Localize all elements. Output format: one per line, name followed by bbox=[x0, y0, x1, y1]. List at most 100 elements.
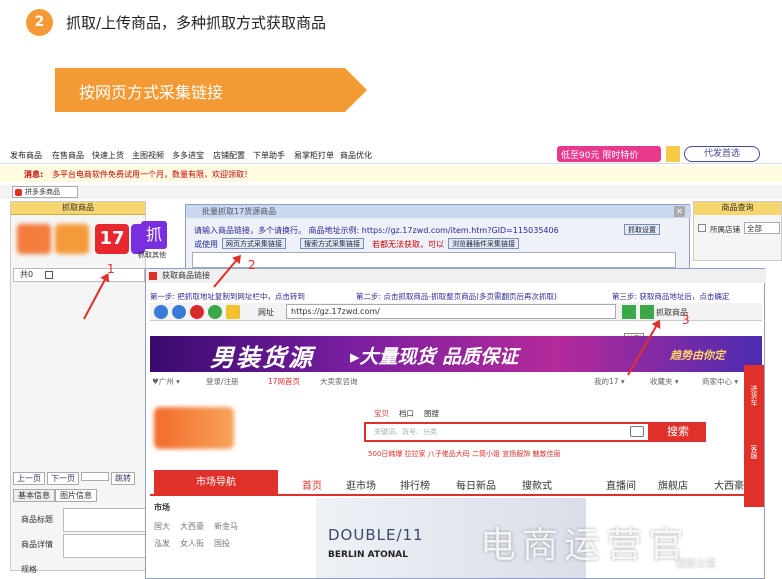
forward-icon[interactable] bbox=[172, 305, 186, 319]
message-text[interactable]: 多平台电商软件免费试用一个月，数量有限，欢迎领取！ bbox=[52, 169, 252, 180]
nav-ranking[interactable]: 排行榜 bbox=[400, 477, 430, 492]
watermark: 电商运营官 bbox=[480, 525, 691, 566]
tab-image-info[interactable]: 图片信息 bbox=[55, 489, 97, 502]
step-two-text: 第二步: 点击抓取商品-抓取整页商品(多页需翻页后再次抓取) bbox=[356, 292, 557, 301]
blurred-logo-2[interactable] bbox=[55, 224, 89, 254]
menu-optimize[interactable]: 商品优化 bbox=[340, 150, 372, 161]
field-label-detail: 商品详情 bbox=[21, 540, 53, 549]
prev-page-button[interactable]: 上一页 bbox=[13, 472, 45, 485]
cart-link[interactable]: 进货车 bbox=[749, 385, 759, 406]
grid-count: 共0 bbox=[20, 270, 34, 279]
back-icon[interactable] bbox=[154, 305, 168, 319]
favorites-link[interactable]: 收藏夹 ▾ bbox=[650, 376, 679, 387]
promo-badge[interactable]: 低至90元 限时特价 bbox=[557, 146, 661, 162]
title-input[interactable] bbox=[63, 508, 147, 532]
refresh-icon[interactable] bbox=[208, 305, 222, 319]
promo-subtitle: BERLIN ATONAL bbox=[328, 550, 408, 560]
annotation-number-3: 3 bbox=[682, 313, 690, 327]
banner-label: 按网页方式采集链接 bbox=[79, 83, 224, 102]
market-link[interactable]: 国投 bbox=[214, 539, 230, 548]
menu-publish[interactable]: 发布商品 bbox=[10, 150, 42, 161]
market-link[interactable]: 国大 bbox=[154, 522, 170, 531]
plugin-collect-button[interactable]: 浏览器插件采集链接 bbox=[448, 238, 519, 249]
detail-input[interactable] bbox=[63, 534, 147, 558]
site-logo[interactable] bbox=[154, 407, 234, 449]
market-title: 市场 bbox=[154, 503, 170, 512]
nav-new[interactable]: 每日新品 bbox=[456, 477, 496, 492]
link-dialog-title: 获取商品链接 bbox=[146, 269, 766, 283]
hot-words[interactable]: 500日韩爆 拉拉家 八子佬品大码 二筒小姐 宣扬服饰 魅敦佳丽 bbox=[368, 449, 561, 459]
grid-header: 共0 bbox=[13, 268, 145, 282]
menu-print[interactable]: 易掌柜打单 bbox=[294, 150, 334, 161]
menu-order-helper[interactable]: 下单助手 bbox=[253, 150, 285, 161]
menu-main-video[interactable]: 主图视频 bbox=[132, 150, 164, 161]
grab-icon[interactable]: 抓 bbox=[141, 221, 167, 249]
city-select[interactable]: ♥广州 ▾ bbox=[152, 376, 180, 387]
site-sidebar: 进货车 客服 bbox=[744, 365, 764, 507]
search-tab-stall[interactable]: 档口 bbox=[399, 409, 414, 418]
nav-flagship[interactable]: 旗舰店 bbox=[658, 477, 688, 492]
search-tab-item[interactable]: 宝贝 bbox=[374, 409, 389, 418]
batch-grab-dialog: 批量抓取17货源商品 ✕ 请输入商品链接，多个请换行。 商品地址示例: http… bbox=[185, 204, 691, 270]
expand-toggle[interactable] bbox=[698, 224, 706, 232]
nav-live[interactable]: 直播间 bbox=[606, 477, 636, 492]
store-select[interactable]: 全部 bbox=[744, 222, 780, 234]
merchant-link[interactable]: 商家中心 ▾ bbox=[702, 376, 738, 387]
query-panel-title: 商品查询 bbox=[694, 202, 781, 215]
blurred-logo-1[interactable] bbox=[17, 224, 51, 254]
browser-toolbar: 网址 https://gz.17zwd.com/ 抓取商品 bbox=[150, 303, 762, 321]
service-link[interactable]: 客服 bbox=[749, 445, 759, 459]
jump-button[interactable]: 跳转 bbox=[111, 472, 135, 485]
message-label: 消息: bbox=[24, 170, 44, 179]
field-label-spec: 规格 bbox=[21, 565, 37, 574]
category-nav: 市场导航 首页 逛市场 排行榜 每日新品 搜款式 直播间 旗舰店 大西豪 bbox=[150, 470, 762, 496]
menu-onsale[interactable]: 在售商品 bbox=[52, 150, 84, 161]
nav-home[interactable]: 首页 bbox=[302, 477, 322, 492]
web-collect-button[interactable]: 网页方式采集链接 bbox=[222, 238, 286, 249]
camera-icon[interactable] bbox=[630, 426, 644, 437]
link-input[interactable] bbox=[192, 252, 676, 268]
tab-basic-info[interactable]: 基本信息 bbox=[13, 489, 55, 502]
watermark-sub: 回饭公寓 bbox=[676, 559, 716, 570]
login-link[interactable]: 登录/注册 bbox=[206, 376, 239, 387]
market-link[interactable]: 泓发 bbox=[154, 539, 170, 548]
market-list: 市场 国大 大西豪 新金马 泓发 女人街 国投 bbox=[154, 502, 280, 578]
nav-daxihao[interactable]: 大西豪 bbox=[714, 477, 744, 492]
consult-link[interactable]: 大卖家咨询 bbox=[320, 376, 358, 387]
grab-panel: 抓取商品 17 共0 上一页 下一页 跳转 基本信息 图片信息 商品标题 商品详情 规… bbox=[10, 201, 147, 574]
message-bar: 消息: 多平台电商软件免费试用一个月，数量有限，欢迎领取！ bbox=[0, 166, 782, 182]
favorite-icon[interactable] bbox=[226, 305, 240, 319]
market-link[interactable]: 新金马 bbox=[214, 522, 238, 531]
market-link[interactable]: 女人街 bbox=[180, 539, 204, 548]
site-search-button[interactable]: 搜索 bbox=[650, 422, 706, 442]
menu-quick-upload[interactable]: 快速上货 bbox=[92, 150, 124, 161]
banner-text-3: 趋势由你定 bbox=[670, 349, 725, 362]
page-input[interactable] bbox=[81, 472, 109, 481]
site-search-input[interactable]: 关键词、货号、分类 bbox=[364, 422, 650, 442]
stop-icon[interactable] bbox=[190, 305, 204, 319]
market-link[interactable]: 大西豪 bbox=[180, 522, 204, 531]
menu-duoduo[interactable]: 多多进宝 bbox=[172, 150, 204, 161]
grab-settings-button[interactable]: 抓取设置 bbox=[624, 224, 660, 235]
nav-style[interactable]: 搜款式 bbox=[522, 477, 552, 492]
download-icon[interactable] bbox=[640, 305, 654, 319]
search-collect-button[interactable]: 搜索方式采集链接 bbox=[300, 238, 364, 249]
url-input[interactable]: https://gz.17zwd.com/ bbox=[286, 304, 616, 319]
search-tab-image[interactable]: 图搜 bbox=[424, 409, 439, 418]
close-icon[interactable]: ✕ bbox=[674, 206, 685, 217]
nav-market[interactable]: 逛市场 bbox=[346, 477, 376, 492]
logo-17[interactable]: 17 bbox=[95, 224, 129, 254]
next-page-button[interactable]: 下一页 bbox=[47, 472, 79, 485]
site-banner[interactable]: 男装货源 ▸大量现货 品质保证 趋势由你定 bbox=[150, 336, 762, 372]
site-topbar: ♥广州 ▾ 登录/注册 17网首页 大卖家咨询 我的17 ▾ 收藏夹 ▾ 商家中… bbox=[150, 374, 762, 388]
agent-button[interactable]: 代发首选 bbox=[684, 146, 760, 162]
tab-pinduoduo[interactable]: 拼多多商品 bbox=[12, 186, 78, 198]
my17-link[interactable]: 我的17 ▾ bbox=[594, 376, 625, 387]
grab-other-label[interactable]: 抓取其他 bbox=[138, 250, 166, 260]
promo-title: DOUBLE/11 bbox=[328, 526, 424, 544]
select-all-checkbox[interactable] bbox=[45, 270, 54, 279]
market-nav[interactable]: 市场导航 bbox=[154, 470, 278, 496]
menu-shop-config[interactable]: 店铺配置 bbox=[213, 150, 245, 161]
go-icon[interactable] bbox=[622, 305, 636, 319]
home-link[interactable]: 17网首页 bbox=[268, 376, 300, 387]
